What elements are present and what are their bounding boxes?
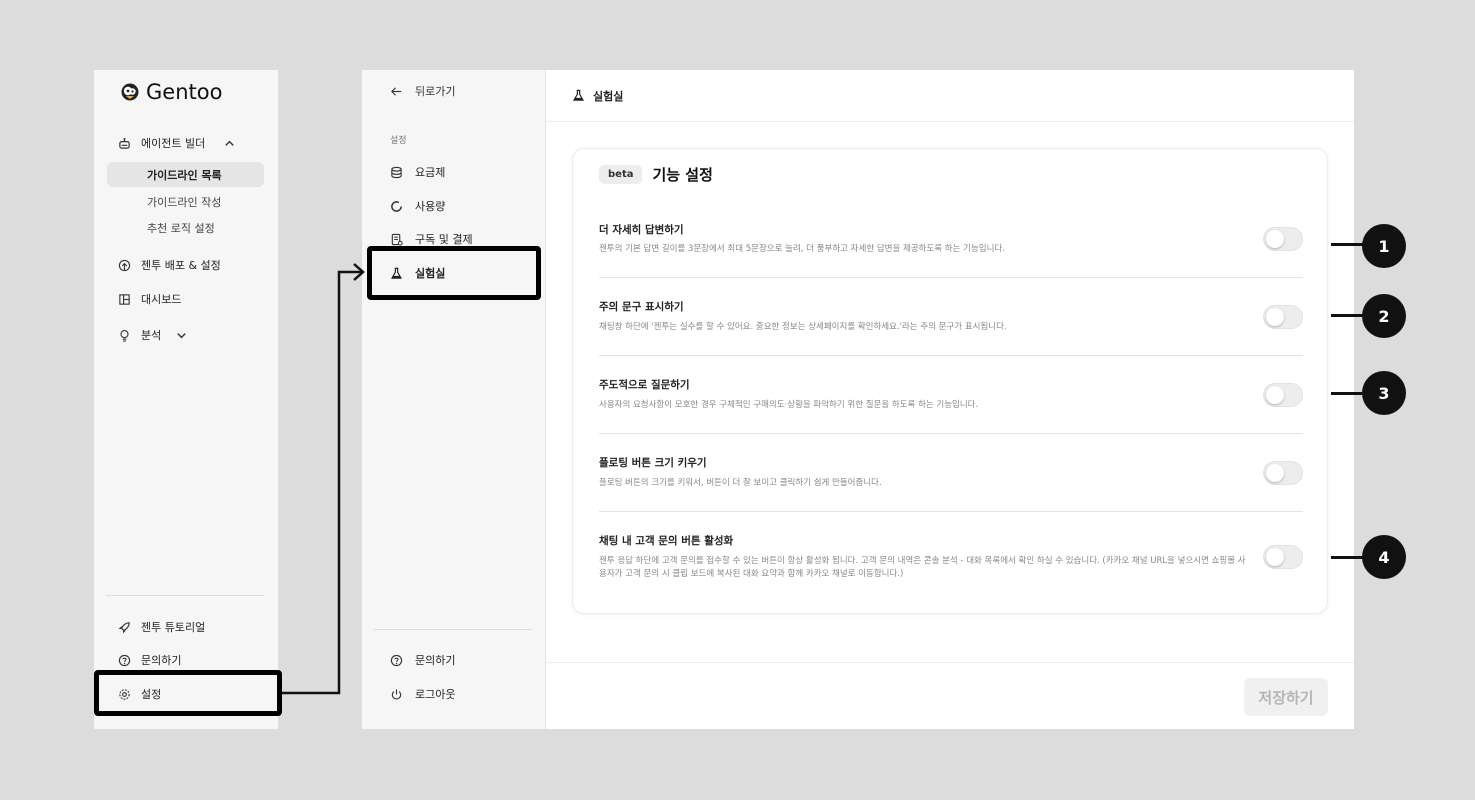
footer-divider [546,662,1354,663]
settings-nav-divider [374,629,532,630]
settings-item-contact[interactable]: 문의하기 [390,652,455,668]
feature-title: 주의 문구 표시하기 [599,301,684,313]
robot-icon [118,137,131,150]
page-title: 실험실 [593,89,624,103]
annotation-badge: 3 [1362,371,1406,415]
lightbulb-icon [118,329,131,342]
feature-toggle-floating-button-size[interactable] [1263,461,1303,485]
sidebar-item-analysis[interactable]: 분석 [118,327,188,343]
settings-item-label: 요금제 [415,166,446,179]
beta-badge: beta [599,165,643,184]
feature-toggle-warning-text[interactable] [1263,305,1303,329]
sidebar-item-label: 젠투 튜토리얼 [141,621,206,634]
brand-logo[interactable]: Gentoo [120,80,222,104]
back-button[interactable]: 뒤로가기 [390,83,455,99]
settings-sidebar: 뒤로가기 설정 요금제 사용량 구독 및 결제 실험실 문의하기 로그아웃 [362,70,546,729]
sidebar-divider [106,595,264,596]
settings-item-label: 문의하기 [415,654,456,667]
page-header: 실험실 [546,70,1354,122]
power-icon [390,688,403,701]
feature-title: 더 자세히 답변하기 [599,224,684,236]
main-sidebar: Gentoo 에이전트 빌더 가이드라인 목록 가이드라인 작성 추천 로직 설… [94,70,278,729]
settings-item-subscription[interactable]: 구독 및 결제 [390,231,473,247]
settings-item-label: 사용량 [415,200,446,213]
sidebar-item-label: 분석 [141,329,162,342]
sidebar-item-agent-builder[interactable]: 에이전트 빌더 [118,135,236,151]
settings-item-label: 구독 및 결제 [415,233,473,246]
annotation-line [1331,314,1363,317]
toggle-knob [1266,548,1284,566]
feature-settings-card: beta 기능 설정 더 자세히 답변하기 젠투의 기본 답변 길이를 3문장에… [572,148,1328,614]
sidebar-item-guideline-write[interactable]: 가이드라인 작성 [107,189,264,214]
chevron-down-icon[interactable] [175,329,188,342]
feature-title: 플로팅 버튼 크기 키우기 [599,457,707,469]
brand-name: Gentoo [146,80,223,104]
screenshot-canvas: Gentoo 에이전트 빌더 가이드라인 목록 가이드라인 작성 추천 로직 설… [0,0,1475,800]
feature-toggle-inquiry-button[interactable] [1263,545,1303,569]
sidebar-item-label: 문의하기 [141,654,182,667]
feature-toggle-proactive-question[interactable] [1263,383,1303,407]
card-title: 기능 설정 [652,166,713,184]
toggle-knob [1266,308,1284,326]
annotation-line [1331,392,1363,395]
feature-description: 젠투 응답 하단에 고객 문의를 접수할 수 있는 버튼이 항상 활성화 됩니다… [599,556,1246,579]
main-content: 실험실 beta 기능 설정 더 자세히 답변하기 젠투의 기본 답변 길이를 … [546,70,1354,729]
toggle-knob [1266,464,1284,482]
receipt-icon [390,233,403,246]
sidebar-item-deploy[interactable]: 젠투 배포 & 설정 [118,257,221,273]
sidebar-item-recommend-logic[interactable]: 추천 로직 설정 [107,215,264,240]
sidebar-item-guideline-list[interactable]: 가이드라인 목록 [107,162,264,187]
sidebar-item-label: 에이전트 빌더 [141,137,206,150]
sidebar-item-label: 대시보드 [141,293,182,306]
pie-chart-icon [390,200,403,213]
sidebar-item-tutorial[interactable]: 젠투 튜토리얼 [118,619,205,635]
database-icon [390,166,403,179]
highlight-box-lab [367,246,541,300]
annotation-line [1331,556,1363,559]
rocket-icon [118,621,131,634]
upload-icon [118,259,131,272]
feature-description: 젠투의 기본 답변 길이를 3문장에서 최대 5문장으로 늘려, 더 풍부하고 … [599,244,1005,254]
settings-item-logout[interactable]: 로그아웃 [390,686,455,702]
annotation-badge: 1 [1362,224,1406,268]
toggle-knob [1266,386,1284,404]
sidebar-item-label: 젠투 배포 & 설정 [141,259,221,272]
penguin-logo-icon [120,82,140,102]
sidebar-item-contact[interactable]: 문의하기 [118,652,181,668]
feature-description: 사용자의 요청사항이 모호한 경우 구체적인 구매의도·상황을 파악하기 위한 … [599,400,979,410]
highlight-box-settings [94,670,282,716]
settings-item-plan[interactable]: 요금제 [390,164,445,180]
toggle-knob [1266,230,1284,248]
settings-item-usage[interactable]: 사용량 [390,198,445,214]
settings-item-label: 로그아웃 [415,688,456,701]
feature-title: 채팅 내 고객 문의 버튼 활성화 [599,535,734,547]
sidebar-item-dashboard[interactable]: 대시보드 [118,291,181,307]
save-button[interactable]: 저장하기 [1244,678,1328,716]
feature-toggle-detailed-answer[interactable] [1263,227,1303,251]
annotation-line [1331,243,1363,246]
annotation-badge: 4 [1362,535,1406,579]
arrow-left-icon [390,85,403,98]
annotation-badge: 2 [1362,294,1406,338]
feature-row: 주의 문구 표시하기 채팅창 하단에 '젠투는 실수를 할 수 있어요. 중요한… [599,278,1303,356]
question-icon [118,654,131,667]
dashboard-icon [118,293,131,306]
chevron-up-icon[interactable] [223,137,236,150]
feature-description: 플로팅 버튼의 크기를 키워서, 버튼이 더 잘 보이고 클릭하기 쉽게 만들어… [599,478,882,488]
card-header: beta 기능 설정 [599,164,713,185]
feature-row: 주도적으로 질문하기 사용자의 요청사항이 모호한 경우 구체적인 구매의도·상… [599,356,1303,434]
question-icon [390,654,403,667]
flask-icon [572,89,585,102]
back-label: 뒤로가기 [415,85,456,98]
feature-description: 채팅창 하단에 '젠투는 실수를 할 수 있어요. 중요한 정보는 상세페이지를… [599,322,1007,332]
settings-section-label: 설정 [390,136,407,146]
feature-row: 플로팅 버튼 크기 키우기 플로팅 버튼의 크기를 키워서, 버튼이 더 잘 보… [599,434,1303,512]
feature-row: 채팅 내 고객 문의 버튼 활성화 젠투 응답 하단에 고객 문의를 접수할 수… [599,512,1303,602]
feature-title: 주도적으로 질문하기 [599,379,690,391]
feature-row: 더 자세히 답변하기 젠투의 기본 답변 길이를 3문장에서 최대 5문장으로 … [599,207,1303,278]
